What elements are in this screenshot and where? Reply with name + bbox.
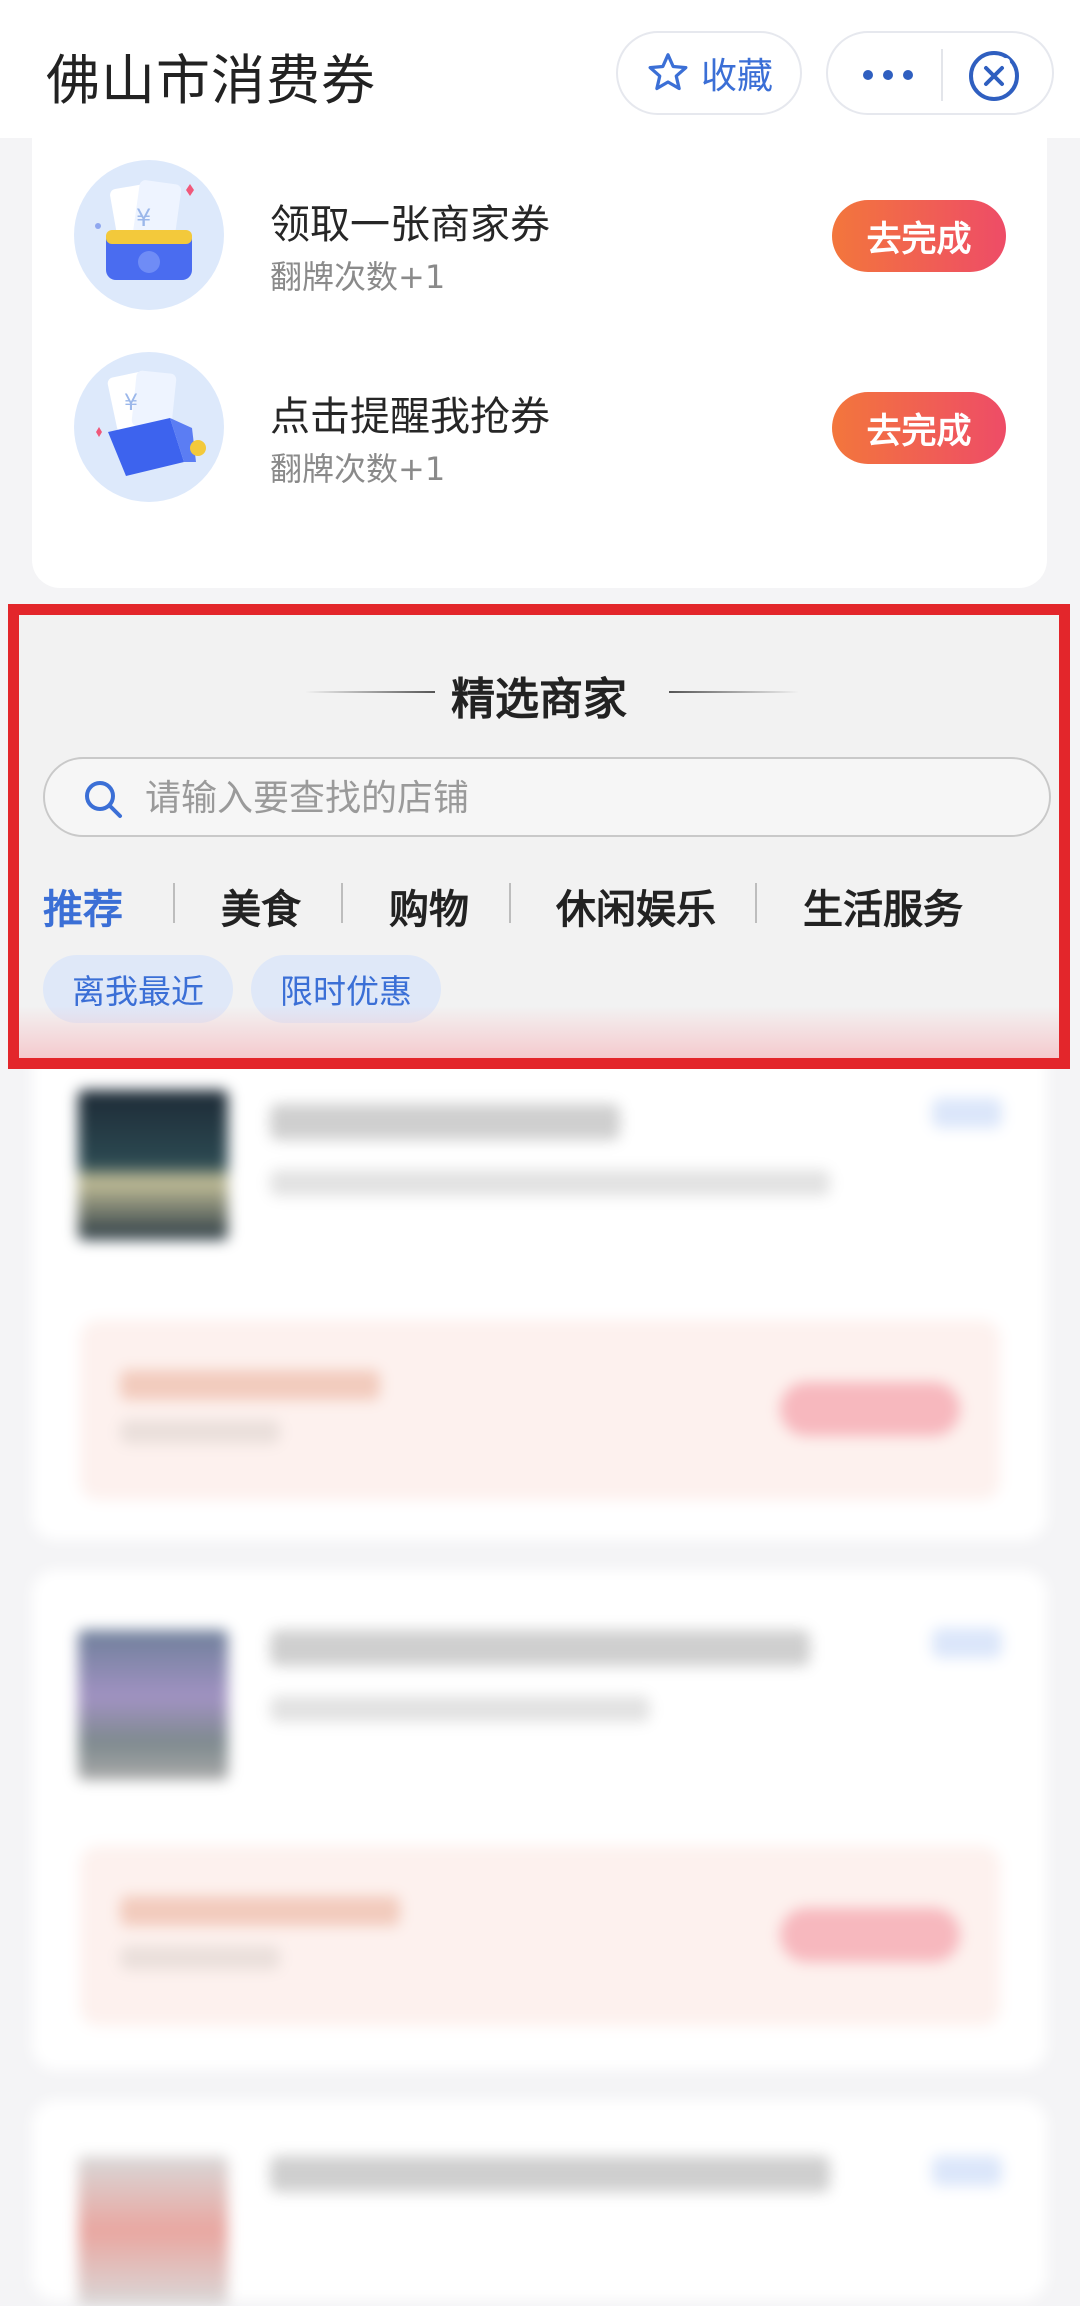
task-row: ¥ 点击提醒我抢券 翻牌次数+1 去完成 bbox=[32, 352, 1047, 522]
panel-bottom-fade bbox=[19, 1006, 1059, 1058]
capsule-menu bbox=[826, 31, 1054, 115]
shop-card[interactable] bbox=[32, 1040, 1047, 1540]
shop-meta-placeholder bbox=[270, 1170, 830, 1196]
mini-program-header: 佛山市消费券 收藏 bbox=[0, 0, 1080, 138]
shop-card[interactable] bbox=[32, 1570, 1047, 2070]
search-bar[interactable] bbox=[43, 757, 1051, 837]
close-icon[interactable] bbox=[966, 48, 1022, 104]
task-subtitle: 翻牌次数+1 bbox=[270, 450, 446, 488]
bell-coupon-icon: ¥ bbox=[74, 352, 224, 502]
favorite-button[interactable]: 收藏 bbox=[616, 31, 802, 115]
tab-divider bbox=[509, 883, 511, 923]
search-icon bbox=[85, 781, 122, 818]
shop-badge-placeholder bbox=[932, 1628, 1002, 1658]
complete-task-button[interactable]: 去完成 bbox=[832, 392, 1006, 464]
more-icon[interactable] bbox=[858, 55, 918, 95]
promo-button-placeholder bbox=[780, 1908, 960, 1962]
task-row: ¥ 领取一张商家券 翻牌次数+1 去完成 bbox=[32, 160, 1047, 330]
shop-badge-placeholder bbox=[932, 1098, 1002, 1128]
promo-title-placeholder bbox=[120, 1896, 400, 1926]
capsule-divider bbox=[941, 49, 943, 101]
shop-badge-placeholder bbox=[932, 2156, 1002, 2186]
task-subtitle: 翻牌次数+1 bbox=[270, 258, 446, 296]
task-title: 点击提醒我抢券 bbox=[270, 394, 550, 440]
tab-entertainment[interactable]: 休闲娱乐 bbox=[556, 877, 716, 935]
search-input[interactable] bbox=[143, 771, 947, 825]
promo-button-placeholder bbox=[780, 1382, 960, 1436]
shop-card[interactable] bbox=[32, 2100, 1047, 2306]
shop-name-placeholder bbox=[270, 1630, 810, 1666]
favorite-label: 收藏 bbox=[700, 56, 773, 97]
task-card: ¥ 领取一张商家券 翻牌次数+1 去完成 ¥ 点击提醒我抢券 翻牌次数+1 去完… bbox=[32, 120, 1047, 588]
promo-sub-placeholder bbox=[120, 1946, 280, 1970]
star-icon bbox=[648, 53, 688, 91]
promo-sub-placeholder bbox=[120, 1420, 280, 1444]
tab-shopping[interactable]: 购物 bbox=[389, 877, 469, 935]
shop-thumbnail bbox=[78, 2156, 228, 2306]
wallet-coupon-icon: ¥ bbox=[74, 160, 224, 310]
promo-block bbox=[80, 1846, 1000, 2026]
tab-divider bbox=[755, 883, 757, 923]
featured-merchants-panel: 精选商家 推荐 美食 购物 休闲娱乐 生活服务 离我最近 限时优惠 bbox=[8, 604, 1070, 1069]
shop-thumbnail bbox=[78, 1090, 228, 1240]
shop-thumbnail bbox=[78, 1630, 228, 1780]
title-divider-right bbox=[669, 691, 799, 693]
complete-task-button[interactable]: 去完成 bbox=[832, 200, 1006, 272]
promo-title-placeholder bbox=[120, 1370, 380, 1400]
promo-block bbox=[80, 1320, 1000, 1500]
tab-divider bbox=[341, 883, 343, 923]
task-title: 领取一张商家券 bbox=[270, 202, 550, 248]
shop-meta-placeholder bbox=[270, 1696, 650, 1722]
shop-list-blurred bbox=[0, 1040, 1080, 2306]
tab-food[interactable]: 美食 bbox=[221, 877, 301, 935]
tab-recommended[interactable]: 推荐 bbox=[43, 877, 123, 935]
shop-name-placeholder bbox=[270, 1104, 620, 1140]
svg-text:¥: ¥ bbox=[136, 204, 151, 232]
section-title: 精选商家 bbox=[451, 674, 627, 725]
svg-text:¥: ¥ bbox=[124, 391, 138, 416]
tab-life-services[interactable]: 生活服务 bbox=[803, 877, 963, 935]
shop-name-placeholder bbox=[270, 2156, 830, 2192]
tab-divider bbox=[173, 883, 175, 923]
page-title: 佛山市消费券 bbox=[46, 49, 376, 112]
